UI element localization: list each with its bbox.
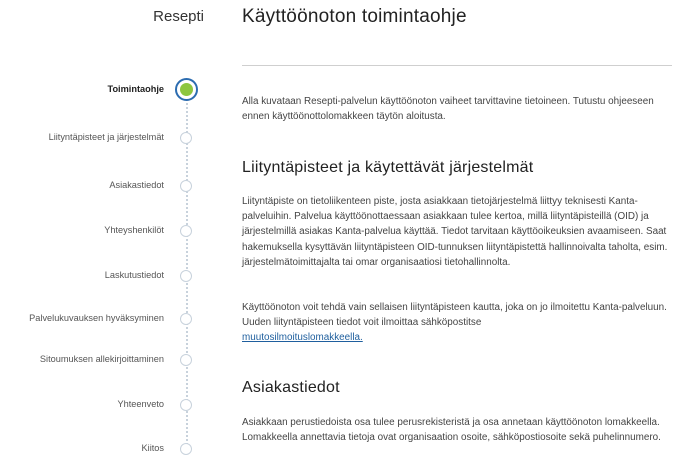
step-indicator-icon — [180, 443, 192, 455]
step-indicator-icon — [180, 270, 192, 282]
step-label: Yhteyshenkilöt — [104, 225, 164, 235]
step-liityntapisteet[interactable]: Liityntäpisteet ja järjestelmät — [0, 129, 685, 149]
step-indicator-icon — [180, 225, 192, 237]
step-label: Sitoumuksen allekirjoittaminen — [39, 354, 164, 364]
step-label: Yhteenveto — [117, 399, 165, 409]
section-text: Asiakkaan perustiedoista osa tulee perus… — [242, 417, 661, 444]
step-indicator-icon — [180, 399, 192, 411]
change-notification-form-link[interactable]: muutosilmoituslomakkeella. — [242, 332, 363, 343]
step-label: Toimintaohje — [107, 84, 164, 94]
section-text: Käyttöönoton voit tehdä vain sellaisen l… — [242, 302, 667, 329]
step-yhteenveto[interactable]: Yhteenveto — [0, 396, 685, 416]
title-divider — [242, 65, 672, 66]
step-label: Laskutustiedot — [104, 270, 164, 280]
intro-text: Alla kuvataan Resepti-palvelun käyttööno… — [242, 96, 654, 123]
step-sitoumus[interactable]: Sitoumuksen allekirjoittaminen — [0, 351, 685, 371]
page-title: Käyttöönoton toimintaohje — [242, 6, 467, 27]
section-heading-asiakastiedot: Asiakastiedot — [242, 379, 340, 396]
section-text-with-link: Käyttöönoton voit tehdä vain sellaisen l… — [242, 300, 682, 346]
section-text: Liityntäpiste on tietoliikenteen piste, … — [242, 196, 668, 268]
step-label: Asiakastiedot — [109, 180, 164, 190]
step-label: Kiitos — [141, 443, 164, 453]
step-indicator-icon — [180, 132, 192, 144]
step-indicator-icon — [180, 354, 192, 366]
step-label: Liityntäpisteet ja järjestelmät — [48, 132, 164, 142]
section-heading-liityntapisteet: Liityntäpisteet ja käytettävät järjestel… — [242, 159, 534, 176]
step-label: Palvelukuvauksen hyväksyminen — [29, 313, 164, 323]
step-indicator-icon — [180, 180, 192, 192]
sidebar-title: Resepti — [153, 8, 204, 25]
step-indicator-icon — [180, 313, 192, 325]
step-active-indicator-icon — [175, 78, 198, 101]
